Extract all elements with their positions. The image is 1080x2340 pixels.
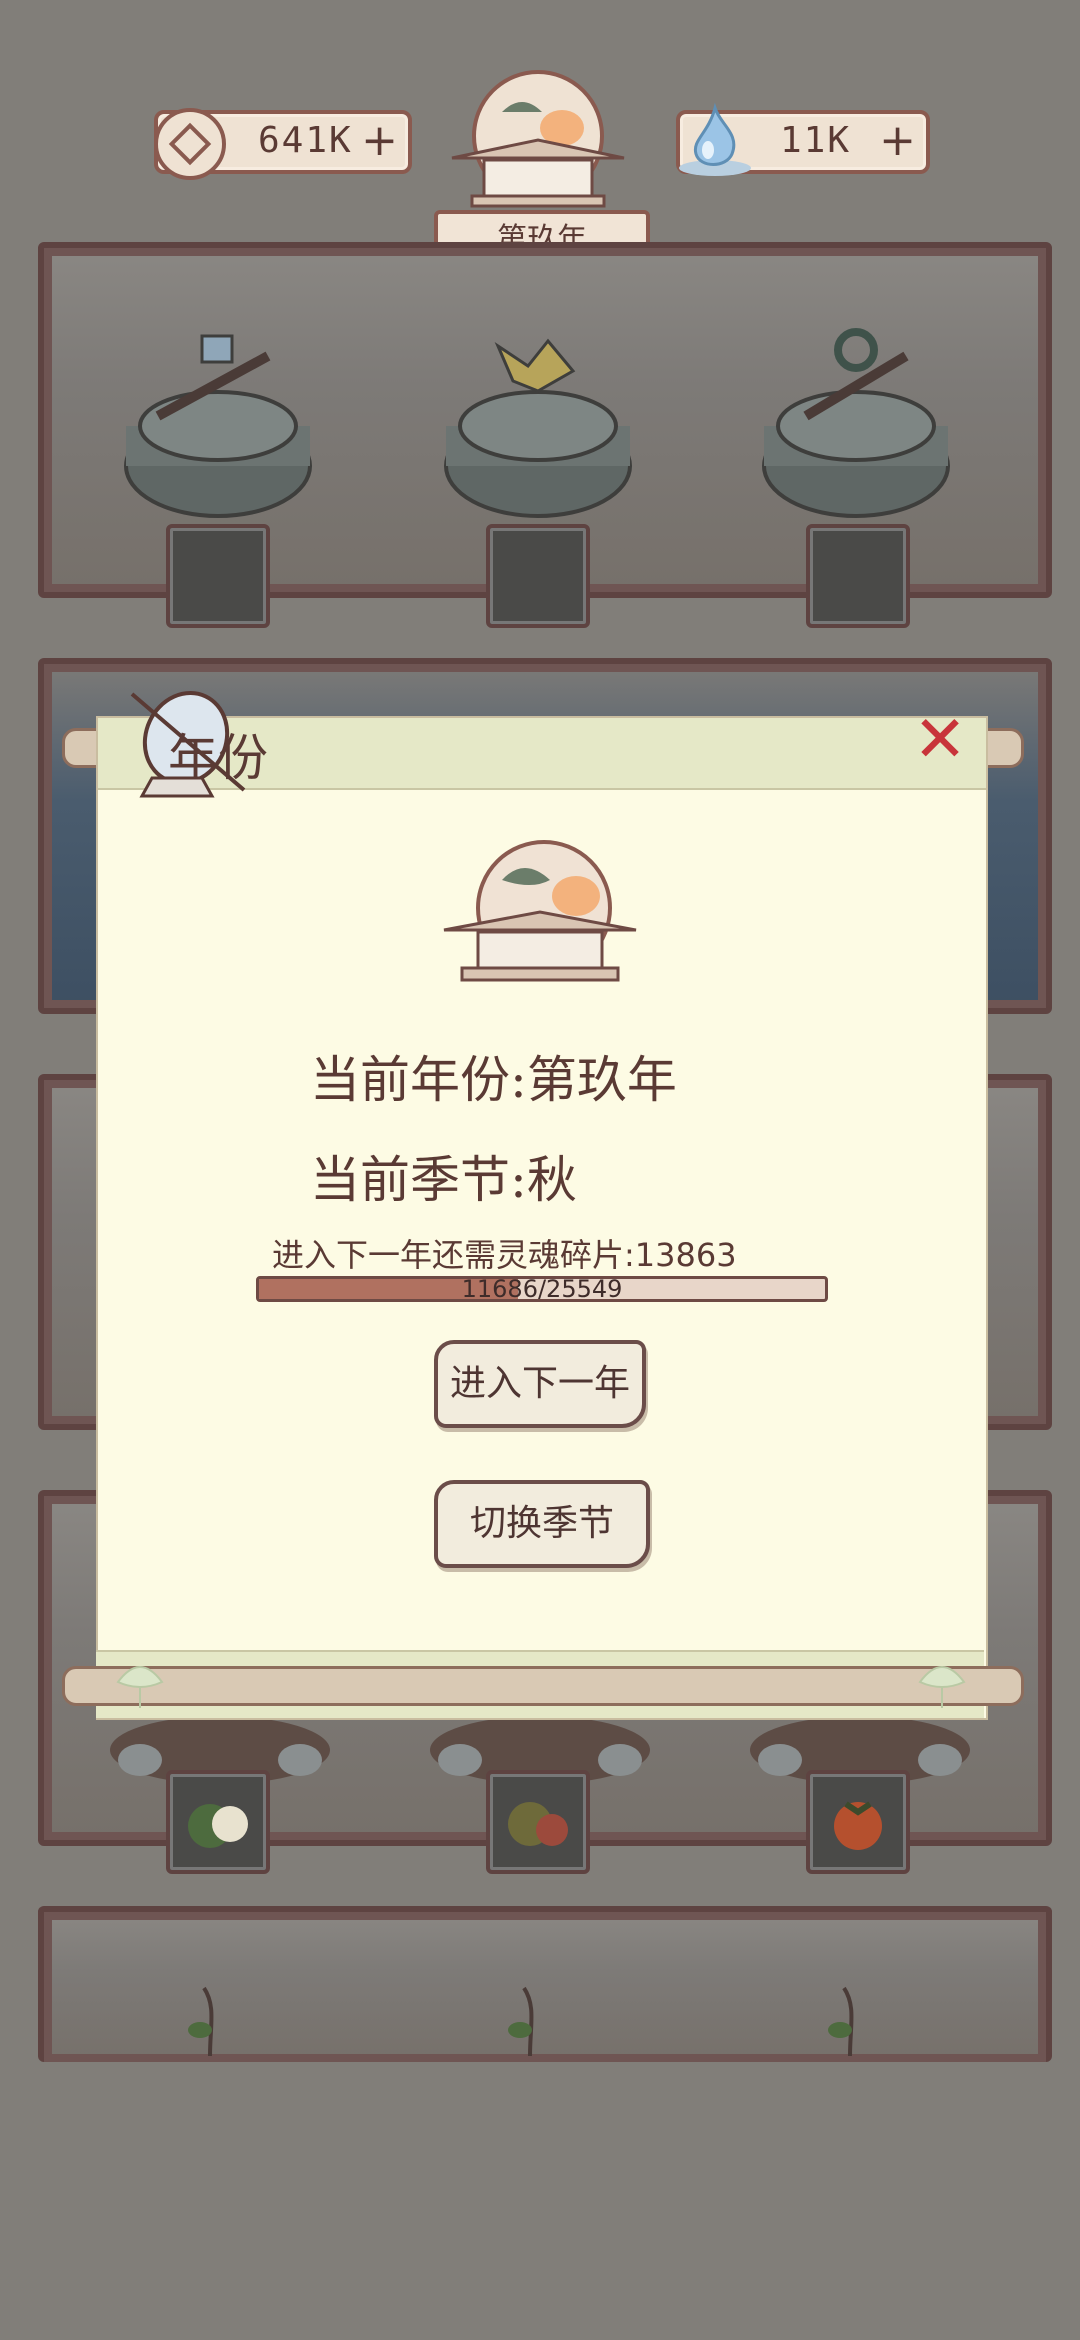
- ginkgo-leaf-icon: [116, 1666, 164, 1708]
- close-x-icon[interactable]: ✕: [912, 708, 968, 772]
- current-season-line: 当前季节:秋: [310, 1140, 577, 1212]
- requirement-value: 13863: [634, 1236, 737, 1274]
- plant-sprout-icon: [828, 1986, 854, 2056]
- coin-icon: [154, 108, 226, 180]
- item-slot[interactable]: [166, 524, 270, 628]
- item-slot[interactable]: [486, 524, 590, 628]
- current-year-line: 当前年份:第玖年: [310, 1040, 677, 1112]
- grindstone-icon[interactable]: [756, 316, 956, 536]
- coconut-icon: [188, 1804, 248, 1848]
- requirement-line: 进入下一年还需灵魂碎片:13863: [272, 1230, 737, 1276]
- kiwi-icon: [508, 1802, 568, 1846]
- plant-sprout-icon: [508, 1986, 534, 2056]
- plant-sprout-icon: [188, 1986, 214, 2056]
- switch-season-button[interactable]: 切换季节: [434, 1480, 650, 1568]
- grindstone-icon[interactable]: [438, 316, 638, 536]
- soul-flame-icon: [679, 102, 751, 176]
- next-year-button[interactable]: 进入下一年: [434, 1340, 646, 1428]
- coin-counter[interactable]: 641K +: [154, 108, 412, 180]
- scroll-rod-bottom: [62, 1666, 1024, 1706]
- fruit-slot[interactable]: [166, 1770, 270, 1874]
- item-slot[interactable]: [806, 524, 910, 628]
- current-year-value: 第玖年: [526, 1051, 677, 1109]
- coin-add-button[interactable]: +: [361, 116, 398, 166]
- current-season-label: 当前季节:: [310, 1151, 527, 1209]
- ginkgo-leaf-icon: [918, 1666, 966, 1708]
- fruit-slot[interactable]: [806, 1770, 910, 1874]
- pavilion-emblem-icon: [451, 70, 625, 208]
- spirit-counter[interactable]: 11K +: [676, 102, 930, 176]
- current-season-value: 秋: [526, 1151, 577, 1209]
- soul-shard-progress-bar: 11686/25549: [256, 1276, 828, 1302]
- persimmon-icon: [834, 1801, 882, 1850]
- current-year-label: 当前年份:: [310, 1051, 527, 1109]
- dialog-title: 年份: [168, 729, 268, 787]
- pavilion-emblem-icon: [443, 840, 637, 982]
- requirement-label: 进入下一年还需灵魂碎片:: [272, 1236, 635, 1274]
- progress-text: 11686/25549: [461, 1276, 623, 1302]
- fruit-slot[interactable]: [486, 1770, 590, 1874]
- spirit-add-button[interactable]: +: [879, 116, 916, 166]
- grindstone-icon[interactable]: [118, 316, 318, 536]
- spirit-value: 11K: [780, 120, 852, 161]
- coin-value: 641K: [258, 120, 353, 161]
